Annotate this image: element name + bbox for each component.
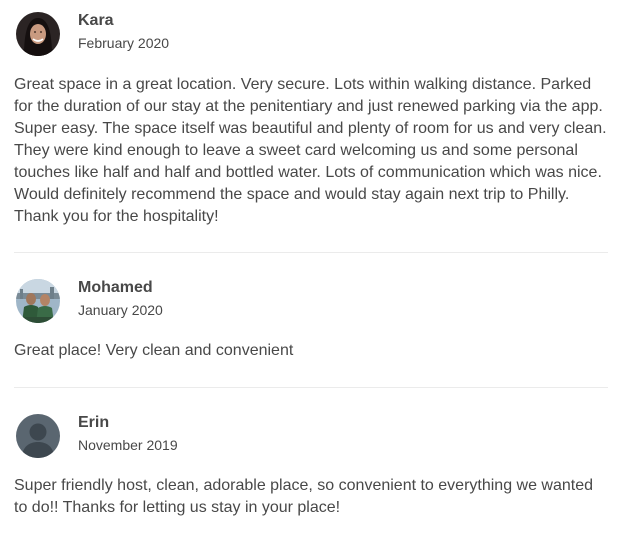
review-text: Super friendly host, clean, adorable pla… (14, 477, 594, 516)
reviewer-avatar[interactable] (16, 12, 60, 56)
reviewer-name[interactable]: Erin (78, 413, 109, 433)
reviewer-avatar[interactable] (16, 279, 60, 323)
reviewer-name[interactable]: Mohamed (78, 278, 153, 298)
review-date: January 2020 (78, 302, 163, 318)
reviewer-avatar[interactable] (16, 414, 60, 458)
reviewer-name[interactable]: Kara (78, 11, 114, 31)
review-divider (14, 387, 608, 388)
review-date: February 2020 (78, 35, 170, 51)
user-photo-icon (16, 279, 60, 323)
review-divider (14, 252, 608, 253)
review-text: Great space in a great location. Very se… (14, 76, 607, 225)
review-text: Great place! Very clean and convenient (14, 342, 294, 359)
default-user-icon (16, 414, 60, 458)
review-date: November 2019 (78, 437, 178, 453)
user-photo-icon (16, 12, 60, 56)
